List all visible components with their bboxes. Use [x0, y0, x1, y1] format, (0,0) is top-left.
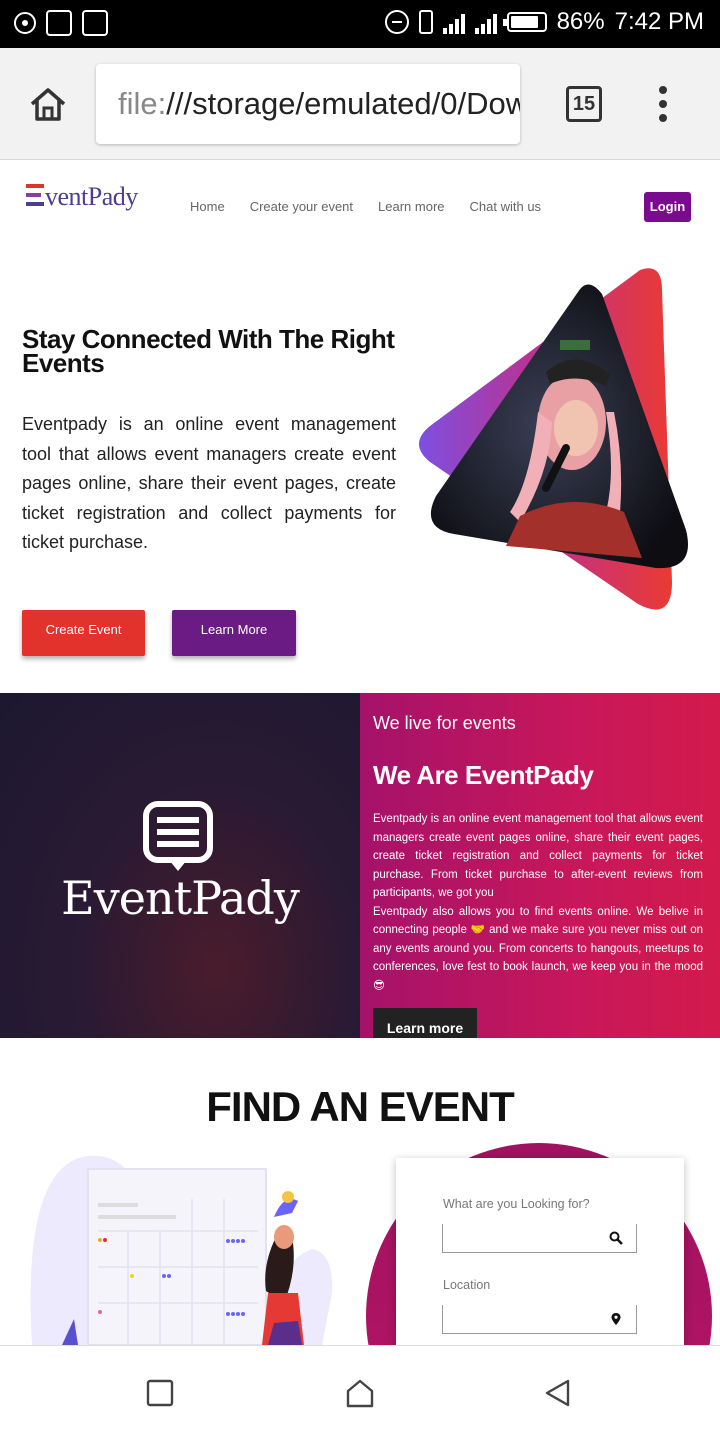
find-event-title: FIND AN EVENT	[206, 1083, 514, 1130]
signal-2-icon	[474, 10, 497, 34]
location-label: Location	[443, 1278, 491, 1292]
about-learn-more-button[interactable]: Learn more	[373, 1008, 477, 1038]
home-nav-icon[interactable]	[345, 1378, 375, 1408]
clock: 7:42 PM	[614, 8, 704, 35]
battery-percent: 86%	[556, 8, 605, 35]
url-path: ///storage/emulated/0/Download/eventpady…	[166, 86, 520, 121]
activity-icon	[46, 10, 72, 36]
battery-icon	[502, 12, 547, 32]
media-icon	[14, 12, 36, 34]
back-icon[interactable]	[543, 1378, 573, 1408]
learn-more-button[interactable]: Learn More	[172, 610, 296, 656]
about-logo-text: EventPady	[61, 871, 300, 925]
location-input[interactable]	[442, 1305, 637, 1334]
event-search-card: What are you Looking for? Location	[396, 1158, 684, 1358]
hero-image	[419, 268, 688, 610]
system-nav-bar	[0, 1345, 720, 1440]
calendar-illustration	[30, 1155, 333, 1345]
nav-create-event[interactable]: Create your event	[250, 199, 353, 214]
about-subtitle: We live for events	[373, 713, 516, 733]
about-paragraph-2: Eventpady also allows you to find events…	[373, 905, 703, 992]
about-title: We Are EventPady	[373, 760, 594, 790]
site-header: ventPady Home Create your event Learn mo…	[0, 161, 720, 251]
about-panel: We live for events We Are EventPady Even…	[360, 693, 720, 1038]
nav-chat[interactable]: Chat with us	[470, 199, 542, 214]
about-description: Eventpady is an online event management …	[373, 810, 703, 995]
status-bar: 86% 7:42 PM	[0, 0, 720, 48]
tab-switcher-button[interactable]: 15	[566, 86, 602, 122]
nav-home[interactable]: Home	[190, 199, 225, 214]
looking-for-input[interactable]	[442, 1224, 637, 1253]
dnd-icon	[384, 10, 409, 34]
chat-logo-icon	[143, 801, 213, 871]
gallery-icon	[82, 10, 108, 36]
about-banner: EventPady	[0, 693, 360, 1038]
signal-icon	[442, 10, 465, 34]
hero-description: Eventpady is an online event management …	[22, 414, 396, 552]
site-logo[interactable]: ventPady	[26, 181, 138, 212]
create-event-button[interactable]: Create Event	[22, 610, 145, 656]
about-paragraph-1: Eventpady is an online event management …	[373, 813, 703, 899]
address-bar[interactable]: file:///storage/emulated/0/Download/even…	[96, 64, 520, 144]
recents-icon[interactable]	[145, 1378, 175, 1408]
login-button[interactable]: Login	[644, 192, 691, 222]
home-icon[interactable]	[28, 86, 68, 122]
looking-for-label: What are you Looking for?	[443, 1197, 590, 1211]
hero-title: Stay Connected With The Right Events	[22, 324, 395, 378]
nav-links: Home Create your event Learn more Chat w…	[190, 199, 541, 214]
logo-e-mark	[26, 181, 44, 211]
vibrate-icon	[418, 10, 433, 34]
browser-toolbar: file:///storage/emulated/0/Download/even…	[0, 48, 720, 160]
location-pin-icon[interactable]	[609, 1312, 623, 1326]
nav-learn-more[interactable]: Learn more	[378, 199, 444, 214]
url-scheme: file:	[118, 86, 167, 121]
logo-text: ventPady	[45, 182, 138, 211]
search-icon[interactable]	[609, 1231, 623, 1245]
overflow-menu-icon[interactable]	[656, 86, 670, 122]
